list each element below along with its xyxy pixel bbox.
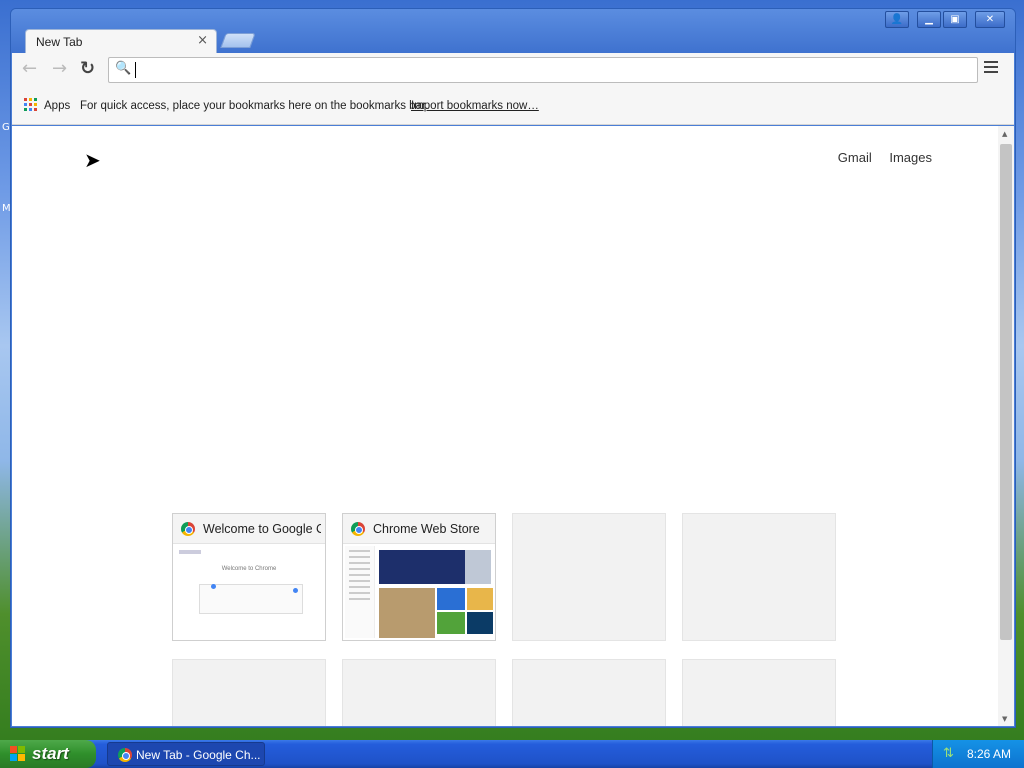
new-tab-page: Gmail Images ➤ Welcome to Google C Welco…	[12, 126, 998, 726]
minimize-icon: ▁	[925, 14, 933, 25]
import-bookmarks-link[interactable]: Import bookmarks now…	[411, 100, 539, 112]
reload-icon[interactable]: ↻	[80, 59, 95, 79]
new-tab-button[interactable]	[220, 33, 256, 48]
start-label: start	[32, 744, 69, 763]
empty-tile	[682, 659, 836, 726]
network-icon[interactable]: ⇅	[943, 746, 954, 761]
back-arrow-icon[interactable]: ←	[22, 59, 37, 79]
start-button[interactable]: start	[0, 740, 96, 768]
vertical-scrollbar[interactable]: ▲ ▼	[998, 126, 1014, 726]
taskbar-item-chrome[interactable]: New Tab - Google Ch...	[107, 742, 265, 766]
desktop-icon-fragment: G	[2, 122, 10, 133]
search-icon: 🔍	[115, 61, 132, 76]
scroll-up-icon[interactable]: ▲	[1002, 130, 1007, 138]
empty-tile	[512, 659, 666, 726]
empty-tile	[172, 659, 326, 726]
empty-tile	[682, 513, 836, 641]
tile-thumbnail: Welcome to Chrome	[175, 546, 323, 638]
person-icon: 👤	[890, 14, 904, 25]
gmail-link[interactable]: Gmail	[838, 150, 872, 165]
maximize-button[interactable]: ▣	[943, 11, 967, 28]
most-visited-tile[interactable]: Welcome to Google C Welcome to Chrome	[172, 513, 326, 641]
close-button[interactable]: ✕	[975, 11, 1005, 28]
profile-button[interactable]: 👤	[885, 11, 909, 28]
minimize-button[interactable]: ▁	[917, 11, 941, 28]
menu-icon[interactable]	[984, 61, 998, 75]
omnibox[interactable]: 🔍	[108, 57, 978, 83]
thumbnail-text: Welcome to Chrome	[221, 566, 277, 572]
title-bar: 👤 ▁ ▣ ✕ New Tab ×	[11, 9, 1015, 53]
browser-window: 👤 ▁ ▣ ✕ New Tab × ← → ↻ 🔍 Apps For quick…	[10, 8, 1016, 728]
windows-logo-icon	[10, 746, 26, 762]
apps-shortcut[interactable]: Apps	[44, 100, 70, 112]
omnibox-input[interactable]	[133, 60, 973, 80]
clock[interactable]: 8:26 AM	[967, 747, 1011, 761]
taskbar: start New Tab - Google Ch... ⇅ 8:26 AM	[0, 740, 1024, 768]
tile-header: Chrome Web Store	[343, 514, 495, 544]
scroll-down-icon[interactable]: ▼	[1002, 715, 1007, 723]
bookmarks-bar: Apps For quick access, place your bookma…	[12, 87, 1014, 125]
taskbar-item-label: New Tab - Google Ch...	[136, 748, 261, 762]
close-icon: ✕	[985, 14, 995, 25]
maximize-icon: ▣	[950, 14, 960, 25]
empty-tile	[512, 513, 666, 641]
text-caret	[135, 62, 136, 78]
system-tray: ⇅ 8:26 AM	[932, 740, 1024, 768]
chrome-favicon-icon	[181, 522, 195, 536]
tab-title: New Tab	[36, 35, 83, 49]
toolbar: ← → ↻ 🔍	[12, 53, 1014, 87]
top-links: Gmail Images	[824, 150, 932, 165]
tab-new-tab[interactable]: New Tab ×	[25, 29, 217, 53]
images-link[interactable]: Images	[889, 150, 932, 165]
tile-title: Chrome Web Store	[373, 522, 480, 536]
empty-tile	[342, 659, 496, 726]
apps-grid-icon[interactable]	[24, 98, 38, 112]
tile-thumbnail	[345, 546, 493, 638]
chrome-icon	[118, 748, 132, 762]
most-visited-tile[interactable]: Chrome Web Store	[342, 513, 496, 641]
tile-title: Welcome to Google C	[203, 522, 321, 536]
tile-header: Welcome to Google C	[173, 514, 325, 544]
mouse-cursor-icon: ➤	[84, 148, 101, 172]
forward-arrow-icon[interactable]: →	[52, 59, 67, 79]
webstore-favicon-icon	[351, 522, 365, 536]
scrollbar-thumb[interactable]	[1000, 144, 1012, 640]
tab-close-icon[interactable]: ×	[197, 33, 208, 48]
bookmarks-hint: For quick access, place your bookmarks h…	[80, 100, 429, 112]
